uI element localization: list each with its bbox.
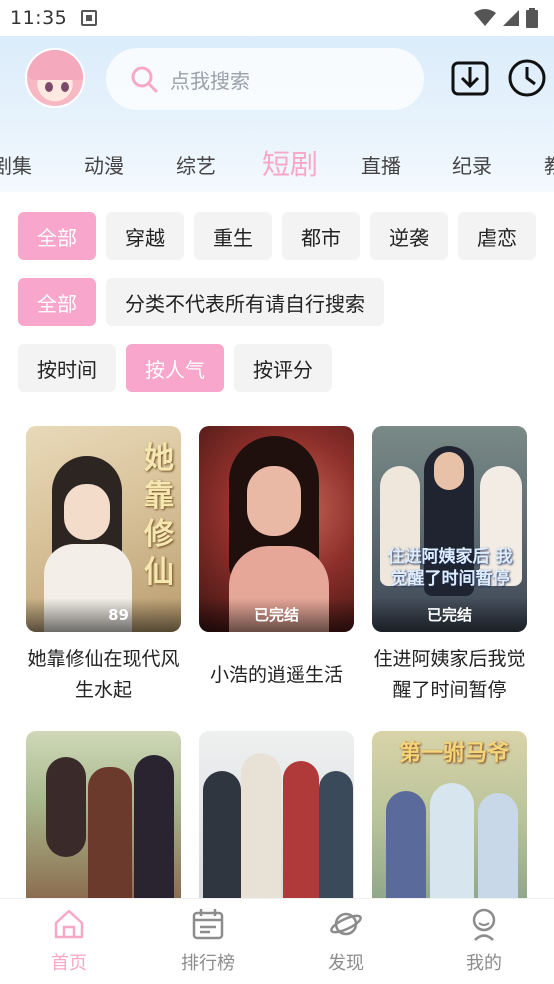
filter-genre-romance-angst[interactable]: 虐恋 (458, 212, 536, 260)
user-icon (472, 908, 496, 941)
video-card[interactable]: 第一驸马爷 (372, 731, 527, 915)
tab-short-drama[interactable]: 短剧 (262, 143, 318, 183)
wifi-icon (474, 9, 496, 26)
status-time: 11:35 (10, 7, 68, 29)
filter-genre-urban[interactable]: 都市 (282, 212, 360, 260)
video-card[interactable] (199, 731, 354, 915)
status-bar: 11:35 (0, 0, 554, 36)
header: 点我搜索 剧集 动漫 综艺 短剧 直播 纪录 教 (0, 36, 554, 192)
video-card[interactable] (26, 731, 181, 915)
home-icon (54, 909, 84, 939)
nav-profile[interactable]: 我的 (444, 907, 524, 975)
nav-ranking[interactable]: 排行榜 (168, 907, 248, 975)
nav-discover-label: 发现 (328, 953, 364, 974)
history-icon[interactable] (507, 58, 547, 98)
video-card[interactable]: 她靠修仙 89 她靠修仙在现代风生水起 (26, 426, 181, 706)
tab-live[interactable]: 直播 (361, 150, 401, 179)
score-badge: 89 (26, 598, 181, 632)
status-badge: 已完结 (372, 598, 527, 632)
tab-documentary[interactable]: 纪录 (452, 150, 492, 179)
battery-icon (526, 8, 538, 28)
tab-anime[interactable]: 动漫 (84, 150, 124, 179)
search-bar[interactable]: 点我搜索 (106, 48, 424, 110)
video-poster: 住进阿姨家后 我觉醒了时间暂停 已完结 (372, 426, 527, 632)
filter-tag-all[interactable]: 全部 (18, 278, 96, 326)
poster-title: 她靠修仙 (144, 441, 174, 590)
video-title: 住进阿姨家后我觉醒了时间暂停 (373, 648, 526, 701)
video-card[interactable]: 住进阿姨家后 我觉醒了时间暂停 已完结 住进阿姨家后我觉醒了时间暂停 (372, 426, 527, 706)
tab-education[interactable]: 教 (544, 150, 554, 179)
video-title: 小浩的逍遥生活 (209, 664, 343, 686)
download-icon[interactable] (450, 58, 490, 98)
calendar-icon (192, 909, 224, 940)
nav-profile-label: 我的 (466, 953, 502, 974)
filter-tag-note[interactable]: 分类不代表所有请自行搜索 (106, 278, 384, 326)
sort-by-popularity[interactable]: 按人气 (126, 344, 224, 392)
tab-series[interactable]: 剧集 (0, 150, 32, 179)
search-icon (131, 66, 158, 93)
category-tabs: 剧集 动漫 综艺 短剧 直播 纪录 教 (0, 139, 554, 185)
status-badge: 已完结 (199, 598, 354, 632)
planet-icon (330, 912, 362, 936)
video-poster: 第一驸马爷 (372, 731, 527, 903)
video-title: 她靠修仙在现代风生水起 (27, 648, 180, 701)
nav-home[interactable]: 首页 (29, 907, 109, 975)
video-poster (26, 731, 181, 903)
notification-icon (81, 10, 98, 26)
genre-filter-row: 全部 穿越 重生 都市 逆袭 虐恋 (18, 212, 536, 260)
filter-genre-all[interactable]: 全部 (18, 212, 96, 260)
filter-genre-rebirth[interactable]: 重生 (194, 212, 272, 260)
poster-title: 住进阿姨家后 我觉醒了时间暂停 (387, 547, 513, 589)
sort-by-rating[interactable]: 按评分 (234, 344, 332, 392)
nav-discover[interactable]: 发现 (306, 907, 386, 975)
video-poster: 已完结 (199, 426, 354, 632)
signal-icon (503, 10, 519, 26)
avatar[interactable] (25, 48, 85, 108)
search-placeholder: 点我搜索 (170, 68, 250, 93)
video-poster: 她靠修仙 89 (26, 426, 181, 632)
nav-ranking-label: 排行榜 (181, 953, 235, 974)
poster-title: 第一驸马爷 (398, 740, 509, 766)
filter-genre-comeback[interactable]: 逆袭 (370, 212, 448, 260)
tab-variety[interactable]: 综艺 (176, 150, 216, 179)
nav-home-label: 首页 (51, 953, 87, 974)
tag-filter-row: 全部 分类不代表所有请自行搜索 (18, 278, 384, 326)
sort-row: 按时间 按人气 按评分 (18, 344, 332, 392)
video-card[interactable]: 已完结 小浩的逍遥生活 (199, 426, 354, 691)
filter-genre-time-travel[interactable]: 穿越 (106, 212, 184, 260)
sort-by-time[interactable]: 按时间 (18, 344, 116, 392)
bottom-nav: 首页 排行榜 发现 我的 (0, 898, 554, 984)
video-poster (199, 731, 354, 903)
